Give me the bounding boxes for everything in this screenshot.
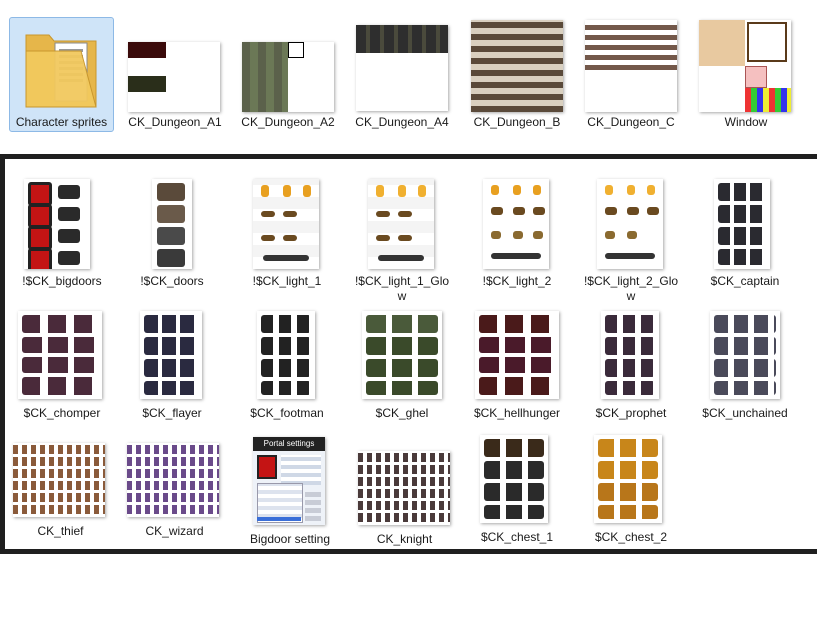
tile-label: !$CK_light_1: [252, 274, 322, 288]
tile-label: $CK_chomper: [23, 406, 101, 420]
file-sck-light-2[interactable]: !$CK_light_2: [467, 176, 567, 296]
thumbnail: [368, 179, 434, 269]
thumbnail: [471, 20, 563, 112]
thumbnail: [242, 42, 334, 112]
file-sck-doors[interactable]: !$CK_doors: [122, 176, 222, 296]
file-ck-prophet[interactable]: $CK_prophet: [581, 308, 681, 426]
tile-label: CK_Dungeon_A1: [128, 115, 222, 129]
folder-character-sprites[interactable]: Character sprites: [9, 17, 114, 132]
file-ck-dungeon-a4[interactable]: CK_Dungeon_A4: [352, 17, 452, 132]
thumbnail: [140, 311, 202, 399]
file-window[interactable]: Window: [696, 17, 796, 132]
thumbnail: Portal settings: [253, 437, 325, 525]
thumbnail: [483, 179, 549, 269]
thumbnail: [585, 20, 677, 112]
thumbnail: [24, 179, 90, 269]
thumbnail: [257, 311, 315, 399]
thumbnail: [710, 311, 780, 399]
tile-label: $CK_chest_1: [480, 530, 554, 544]
thumbnail: [127, 443, 219, 517]
tile-label: Character sprites: [15, 115, 108, 129]
tile-label: $CK_flayer: [142, 406, 202, 420]
tile-label: CK_Dungeon_C: [587, 115, 675, 129]
tile-label: !$CK_light_2: [482, 274, 552, 288]
thumbnail: [128, 42, 220, 112]
file-ck-chomper[interactable]: $CK_chomper: [12, 308, 112, 426]
thumbnail: [253, 179, 319, 269]
thumbnail: [714, 179, 770, 269]
file-ck-hellhunger[interactable]: $CK_hellhunger: [467, 308, 567, 426]
file-ck-wizard[interactable]: CK_wizard: [122, 440, 227, 540]
file-ck-knight[interactable]: CK_knight: [352, 448, 457, 548]
tile-label: $CK_ghel: [375, 406, 429, 420]
file-ck-footman[interactable]: $CK_footman: [237, 308, 337, 426]
tile-label: CK_Dungeon_A4: [355, 115, 449, 129]
file-ck-chest-2[interactable]: $CK_chest_2: [581, 432, 681, 546]
tile-label: $CK_chest_2: [594, 530, 668, 544]
file-sck-light-1-glow[interactable]: !$CK_light_1_Glow: [352, 176, 452, 303]
tile-label: $CK_unchained: [702, 406, 788, 420]
file-ck-dungeon-a1[interactable]: CK_Dungeon_A1: [125, 17, 225, 132]
thumbnail: [594, 435, 662, 523]
thumbnail: [597, 179, 663, 269]
file-sck-bigdoors[interactable]: !$CK_bigdoors: [12, 176, 112, 296]
tile-label: !$CK_bigdoors: [22, 274, 102, 288]
thumbnail: [152, 179, 192, 269]
tile-label: !$CK_light_1_Glow: [354, 274, 450, 303]
thumbnail: [356, 25, 448, 111]
file-bigdoor-setting[interactable]: Portal settings Bigdoor setting: [240, 436, 340, 548]
file-sck-light-1[interactable]: !$CK_light_1: [237, 176, 337, 296]
file-ck-chest-1[interactable]: $CK_chest_1: [467, 432, 567, 546]
tile-label: CK_Dungeon_A2: [241, 115, 335, 129]
thumbnail: [13, 443, 105, 517]
tile-label: CK_knight: [376, 532, 433, 546]
file-ck-dungeon-c[interactable]: CK_Dungeon_C: [581, 17, 681, 132]
tile-label: $CK_prophet: [595, 406, 667, 420]
tile-label: $CK_footman: [250, 406, 324, 420]
file-ck-thief[interactable]: CK_thief: [8, 440, 113, 540]
thumbnail: [699, 20, 791, 112]
tile-label: Window: [724, 115, 768, 129]
tile-label: !$CK_doors: [140, 274, 204, 288]
file-sck-light-2-glow[interactable]: !$CK_light_2_Glow: [581, 176, 681, 303]
tile-label: $CK_captain: [710, 274, 780, 288]
file-ck-captain[interactable]: $CK_captain: [690, 176, 800, 296]
tile-label: !$CK_light_2_Glow: [583, 274, 679, 303]
thumbnail: [18, 311, 102, 399]
file-ck-flayer[interactable]: $CK_flayer: [122, 308, 222, 426]
file-ck-unchained[interactable]: $CK_unchained: [690, 308, 800, 426]
tile-label: Bigdoor setting: [249, 532, 331, 546]
thumbnail: [358, 451, 450, 525]
file-ck-ghel[interactable]: $CK_ghel: [352, 308, 452, 426]
tile-label: $CK_hellhunger: [473, 406, 561, 420]
thumbnail: [362, 311, 442, 399]
file-ck-dungeon-b[interactable]: CK_Dungeon_B: [467, 17, 567, 132]
tile-label: CK_Dungeon_B: [473, 115, 561, 129]
thumbnail: [601, 311, 659, 399]
thumbnail: [480, 435, 548, 523]
portal-settings-title: Portal settings: [253, 437, 325, 451]
tile-label: CK_wizard: [145, 524, 204, 538]
thumbnail: [475, 311, 559, 399]
folder-icon: [25, 34, 97, 108]
file-ck-dungeon-a2[interactable]: CK_Dungeon_A2: [238, 17, 338, 132]
tile-label: CK_thief: [37, 524, 84, 538]
